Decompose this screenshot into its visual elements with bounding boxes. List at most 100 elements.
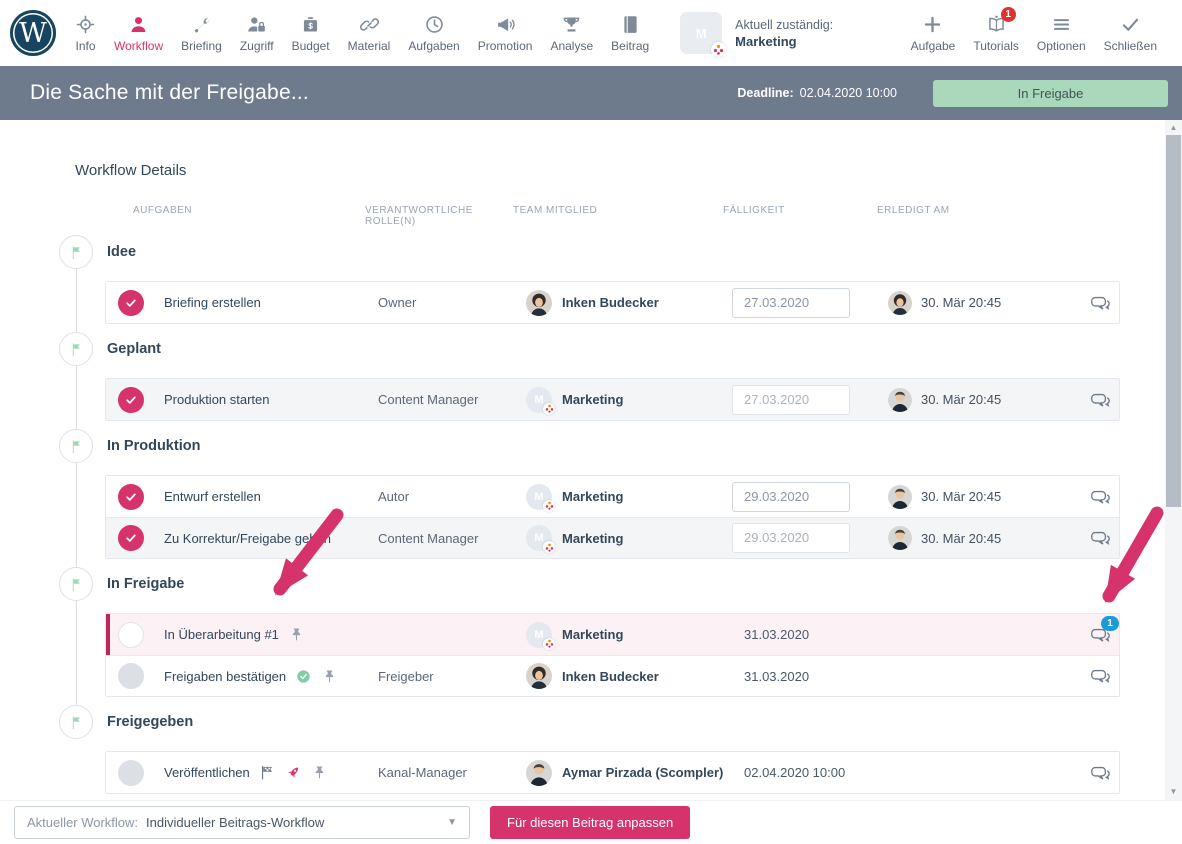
member-avatar	[526, 290, 552, 316]
top-nav: W Info Workflow Briefing Zugriff BudgetMater…	[0, 0, 1182, 66]
table-row: VeröffentlichenKanal-ManagerAymar Pirzad…	[106, 752, 1119, 793]
comments-icon[interactable]	[1090, 666, 1111, 686]
nav-tab-promotion[interactable]: Promotion	[469, 14, 542, 53]
task-label: Briefing erstellen	[164, 295, 261, 310]
task-status-checkbox[interactable]	[118, 663, 144, 689]
member-name: Marketing	[562, 392, 623, 407]
workflow-section-idee: Idee Briefing erstellenOwnerInken Budecke…	[0, 235, 1182, 324]
scroll-up-icon[interactable]: ▲	[1165, 120, 1182, 134]
plus-icon	[922, 14, 943, 35]
assignee-avatar[interactable]: M	[680, 12, 722, 54]
due-date: 31.03.2020	[732, 627, 809, 642]
nav-tab-label: Beitrag	[611, 39, 649, 53]
scrollbar-thumb[interactable]	[1166, 135, 1181, 507]
table-row: Produktion startenContent ManagerMMarket…	[106, 379, 1119, 420]
due-date-input[interactable]: 29.03.2020	[732, 482, 850, 512]
nav-tab-workflow[interactable]: Workflow	[105, 14, 172, 53]
workflow-select-value: Individueller Beitrags-Workflow	[146, 815, 324, 830]
column-header-aufgaben: Aufgaben	[133, 205, 365, 227]
sections: Idee Briefing erstellenOwnerInken Budecke…	[0, 235, 1182, 794]
seal-check-icon	[295, 668, 312, 685]
task-role: Freigeber	[378, 669, 526, 684]
nav-action-optionen[interactable]: Optionen	[1028, 14, 1095, 53]
nav-tab-label: Zugriff	[240, 39, 274, 53]
wrench-icon	[191, 14, 212, 35]
pin-icon	[321, 668, 338, 685]
nav-tab-budget[interactable]: Budget	[283, 14, 339, 53]
comments-icon[interactable]	[1090, 390, 1111, 410]
nav-tab-info[interactable]: Info	[66, 14, 105, 53]
nav-tab-label: Aufgaben	[408, 39, 459, 53]
workflow-details-heading: Workflow Details	[75, 162, 1182, 179]
team-dots-icon	[543, 541, 555, 553]
member-avatar	[526, 663, 552, 689]
comments-icon[interactable]: 1	[1090, 625, 1111, 645]
member-name: Marketing	[562, 627, 623, 642]
app-logo[interactable]: W	[10, 10, 56, 56]
scroll-down-icon[interactable]: ▼	[1165, 784, 1182, 798]
book-icon	[620, 14, 641, 35]
nav-tab-label: Promotion	[478, 39, 533, 53]
nav-action-tutorials[interactable]: 1Tutorials	[964, 14, 1028, 53]
section-title: In Produktion	[107, 438, 200, 454]
comments-icon[interactable]	[1090, 293, 1111, 313]
member-name: Inken Budecker	[562, 669, 659, 684]
member-avatar: M	[526, 622, 552, 648]
done-at-timestamp: 30. Mär 20:45	[921, 531, 1001, 546]
nav-tab-label: Briefing	[181, 39, 222, 53]
checkered-flag-icon	[259, 764, 276, 781]
nav-tab-label: Workflow	[114, 39, 163, 53]
task-done-checkbox[interactable]	[118, 290, 144, 316]
pin-icon	[288, 626, 305, 643]
nav-tab-zugriff[interactable]: Zugriff	[231, 14, 283, 53]
chevron-down-icon: ▼	[447, 817, 457, 828]
scrollbar[interactable]: ▲ ▼	[1165, 120, 1182, 800]
due-date-input[interactable]: 29.03.2020	[732, 523, 850, 553]
task-role: Kanal-Manager	[378, 765, 526, 780]
done-by-avatar	[888, 291, 912, 315]
nav-tab-label: Info	[75, 39, 95, 53]
team-dots-icon	[543, 403, 555, 415]
table-row: Entwurf erstellenAutorMMarketing29.03.20…	[106, 476, 1119, 517]
adapt-workflow-button[interactable]: Für diesen Beitrag anpassen	[490, 806, 690, 839]
nav-tab-beitrag[interactable]: Beitrag	[602, 14, 658, 53]
task-status-checkbox[interactable]	[118, 622, 144, 648]
deadline-label: Deadline:	[737, 86, 793, 100]
task-label: Freigaben bestätigen	[164, 669, 286, 684]
nav-tab-analyse[interactable]: Analyse	[541, 14, 602, 53]
nav-tab-aufgaben[interactable]: Aufgaben	[399, 14, 468, 53]
task-label: Produktion starten	[164, 392, 270, 407]
flag-icon	[59, 429, 93, 463]
workflow-section-freigegeben: FreigegebenVeröffentlichenKanal-ManagerA…	[0, 705, 1182, 794]
nav-action-schlie-en[interactable]: Schließen	[1095, 14, 1166, 53]
rocket-icon	[285, 764, 302, 781]
team-dots-icon	[711, 42, 726, 57]
nav-action-label: Schließen	[1104, 39, 1157, 53]
comments-icon[interactable]	[1090, 528, 1111, 548]
notification-badge: 1	[1001, 7, 1016, 22]
member-name: Marketing	[562, 489, 623, 504]
comments-icon[interactable]	[1090, 763, 1111, 783]
nav-action-label: Optionen	[1037, 39, 1086, 53]
nav-action-aufgabe[interactable]: Aufgabe	[902, 14, 965, 53]
money-box-icon	[300, 14, 321, 35]
task-status-checkbox[interactable]	[118, 760, 144, 786]
logo-letter: W	[19, 18, 47, 49]
member-name: Aymar Pirzada (Scompler)	[562, 765, 723, 780]
task-done-checkbox[interactable]	[118, 525, 144, 551]
workflow-select-label: Aktueller Workflow:	[27, 815, 138, 830]
section-title: Idee	[107, 244, 136, 260]
task-done-checkbox[interactable]	[118, 484, 144, 510]
workflow-select[interactable]: Aktueller Workflow: Individueller Beitra…	[14, 806, 470, 839]
nav-tab-briefing[interactable]: Briefing	[172, 14, 231, 53]
nav-tab-material[interactable]: Material	[339, 14, 400, 53]
nav-tabs: Info Workflow Briefing Zugriff BudgetMateria…	[66, 14, 658, 53]
comments-icon[interactable]	[1090, 487, 1111, 507]
table-row: Briefing erstellenOwnerInken Budecker27.…	[106, 282, 1119, 323]
due-date-input[interactable]: 27.03.2020	[732, 385, 850, 415]
task-done-checkbox[interactable]	[118, 387, 144, 413]
pin-icon	[311, 764, 328, 781]
due-date-input[interactable]: 27.03.2020	[732, 288, 850, 318]
status-badge-button[interactable]: In Freigabe	[933, 80, 1168, 107]
avatar-letter: M	[696, 26, 707, 41]
